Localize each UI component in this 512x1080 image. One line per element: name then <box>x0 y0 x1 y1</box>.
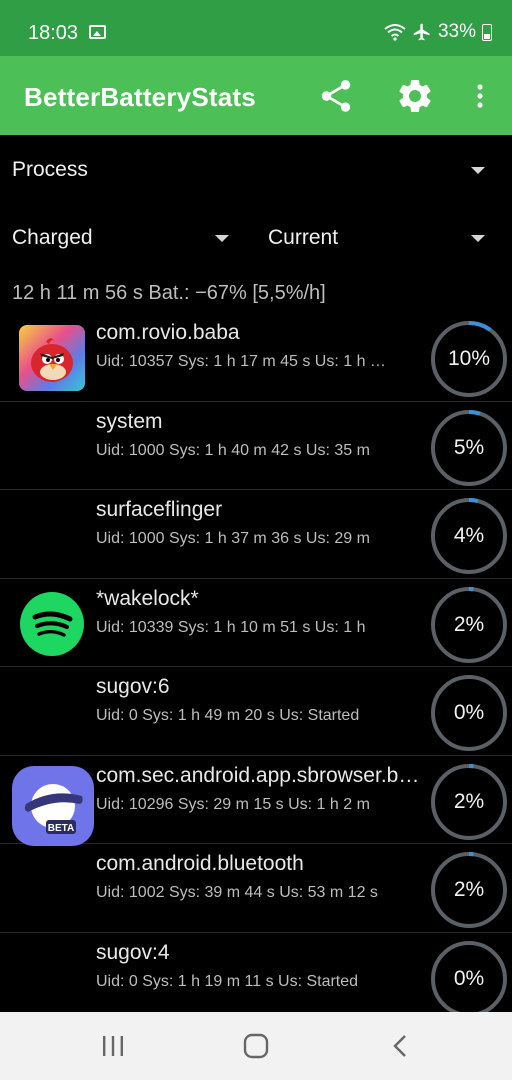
wifi-icon <box>384 24 406 41</box>
list-item[interactable]: *wakelock* Uid: 10339 Sys: 1 h 10 m 51 s … <box>0 579 512 667</box>
battery-percent: 33% <box>437 21 476 42</box>
process-name: com.android.bluetooth <box>96 852 304 875</box>
usage-percent: 0% <box>453 966 485 990</box>
app-title: BetterBatteryStats <box>24 82 256 112</box>
list-item[interactable]: sugov:4 Uid: 0 Sys: 1 h 19 m 11 s Us: Sta… <box>0 933 512 1022</box>
chevron-down-icon <box>215 235 229 242</box>
home-button[interactable] <box>236 1030 276 1062</box>
usage-percent: 2% <box>453 789 485 813</box>
reference-to-spinner[interactable]: Current <box>256 214 512 262</box>
battery-icon <box>482 23 492 41</box>
usage-percent: 0% <box>453 701 485 724</box>
process-detail: Uid: 1002 Sys: 39 m 44 s Us: 53 m 12 s <box>96 884 378 901</box>
process-name: *wakelock* <box>96 586 199 610</box>
stat-type-spinner[interactable]: Process <box>0 146 512 194</box>
chevron-down-icon <box>471 235 485 242</box>
reference-from-spinner[interactable]: Charged <box>0 214 240 262</box>
navigation-bar <box>0 1012 512 1080</box>
usage-percent: 5% <box>453 435 485 459</box>
status-time: 18:03 <box>28 22 79 44</box>
back-icon <box>393 1035 406 1057</box>
gear-icon <box>399 79 431 112</box>
airplane-mode-icon <box>413 23 430 41</box>
process-list: com.rovio.baba Uid: 10357 Sys: 1 h 17 m 4… <box>0 313 512 1021</box>
usage-percent: 2% <box>453 612 485 636</box>
share-button[interactable] <box>316 76 356 116</box>
reference-to-value: Current <box>268 226 339 249</box>
process-name: com.sec.android.app.sbrowser.beta <box>96 763 426 787</box>
samsung-internet-beta-icon: BETA <box>12 765 94 846</box>
process-name: sugov:6 <box>96 675 170 698</box>
process-name: sugov:4 <box>96 940 170 964</box>
process-detail: Uid: 10296 Sys: 29 m 15 s Us: 1 h 2 m <box>96 795 370 813</box>
list-item[interactable]: system Uid: 1000 Sys: 1 h 40 m 42 s Us: 3… <box>0 402 512 490</box>
svg-text:BETA: BETA <box>48 823 74 834</box>
home-icon <box>243 1033 269 1059</box>
status-indicators: 33% <box>384 20 492 44</box>
settings-button[interactable] <box>395 76 435 116</box>
angry-birds-icon <box>12 323 88 393</box>
usage-percent: 4% <box>453 524 485 547</box>
list-item[interactable]: surfaceflinger Uid: 1000 Sys: 1 h 37 m 36… <box>0 490 512 579</box>
process-detail: Uid: 0 Sys: 1 h 49 m 20 s Us: Started <box>96 707 360 724</box>
stats-summary: 12 h 11 m 56 s Bat.: −67% [5,5%/h] <box>12 282 326 304</box>
process-detail: Uid: 10357 Sys: 1 h 17 m 45 s Us: 1 h 8 … <box>96 353 386 370</box>
list-item[interactable]: sugov:6 Uid: 0 Sys: 1 h 49 m 20 s Us: Sta… <box>0 667 512 756</box>
recents-icon <box>103 1036 123 1056</box>
process-detail: Uid: 1000 Sys: 1 h 37 m 36 s Us: 29 m <box>96 530 370 547</box>
back-button[interactable] <box>380 1030 420 1062</box>
process-name: surfaceflinger <box>96 498 223 521</box>
process-detail: Uid: 10339 Sys: 1 h 10 m 51 s Us: 1 h <box>96 618 366 636</box>
list-item[interactable]: com.android.bluetooth Uid: 1002 Sys: 39 m… <box>0 844 512 933</box>
process-name: com.rovio.baba <box>96 321 240 344</box>
overflow-menu-button[interactable] <box>460 76 500 116</box>
status-bar: 18:03 33% <box>0 0 512 56</box>
more-vert-icon <box>477 84 483 108</box>
reference-from-value: Charged <box>12 226 93 249</box>
process-detail: Uid: 0 Sys: 1 h 19 m 11 s Us: Started <box>96 972 359 990</box>
recents-button[interactable] <box>93 1030 133 1062</box>
process-name: system <box>96 409 163 433</box>
app-bar: BetterBatteryStats <box>0 56 512 135</box>
spotify-icon <box>12 589 88 659</box>
process-detail: Uid: 1000 Sys: 1 h 40 m 42 s Us: 35 m <box>96 441 370 459</box>
usage-percent: 2% <box>453 878 485 901</box>
chevron-down-icon <box>471 167 485 174</box>
stat-type-value: Process <box>12 158 88 181</box>
image-notification-icon <box>89 25 106 39</box>
list-item[interactable]: BETA com.sec.android.app.sbrowser.beta Uid… <box>0 756 512 846</box>
usage-percent: 10% <box>447 347 491 370</box>
list-item[interactable]: com.rovio.baba Uid: 10357 Sys: 1 h 17 m 4… <box>0 313 512 402</box>
share-icon <box>321 80 351 112</box>
